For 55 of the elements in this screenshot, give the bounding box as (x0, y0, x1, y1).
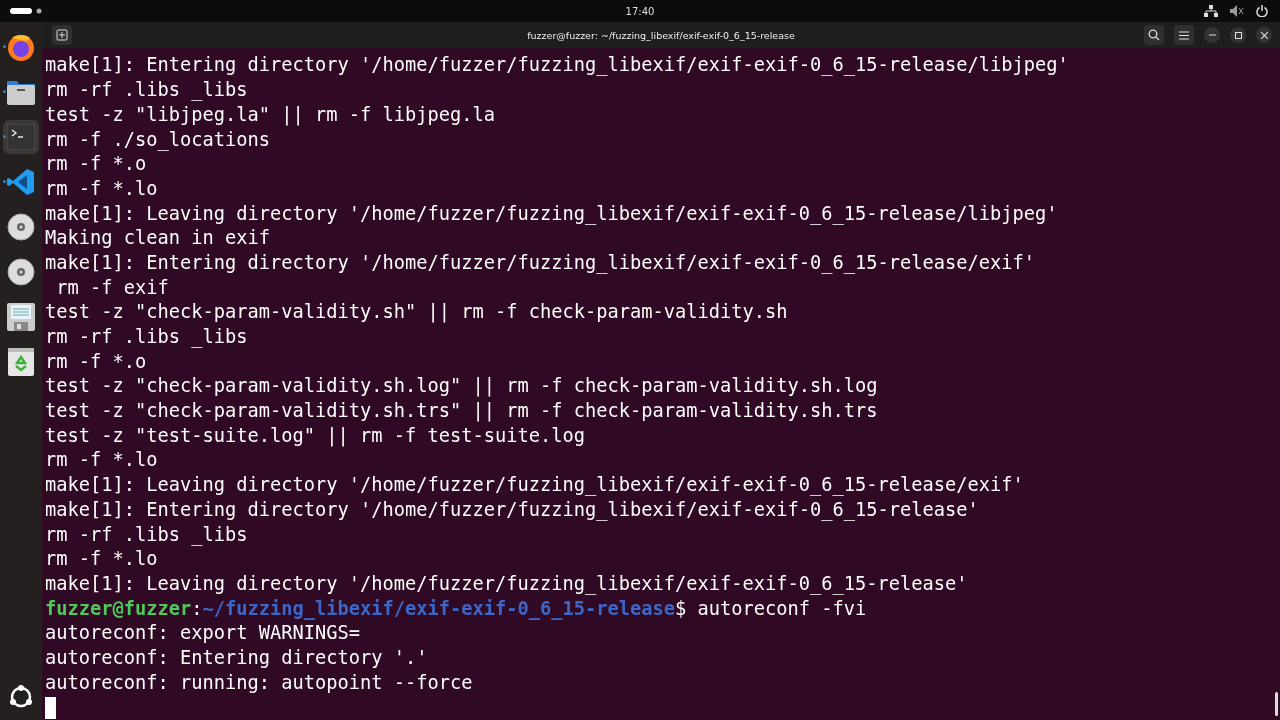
terminal-line: rm -f *.lo (45, 176, 159, 201)
terminal-line: rm -f *.lo (45, 547, 159, 572)
terminal-line: make[1]: Entering directory '/home/fuzzer/fuzzing_libexif/exif-exif-0_6_15-release' (45, 497, 980, 523)
close-button[interactable] (1256, 27, 1272, 44)
scrollbar[interactable] (1275, 692, 1278, 716)
close-icon (1260, 31, 1268, 39)
clock[interactable]: 17:40 (625, 5, 655, 17)
text-cursor (45, 696, 56, 719)
search-button[interactable] (1144, 25, 1164, 46)
terminal-line: rm -rf .libs _libs (45, 325, 249, 350)
disc-icon[interactable] (7, 213, 35, 241)
maximize-button[interactable] (1230, 27, 1246, 44)
folder-icon[interactable] (6, 78, 36, 106)
prompt-path: ~/fuzzing_libexif/exif-exif-0_6_15-release (202, 597, 676, 619)
power-icon[interactable] (1256, 5, 1268, 17)
maximize-icon (1234, 31, 1242, 39)
terminal-line: rm -f ./so_locations (45, 127, 272, 153)
code-editor-icon[interactable] (7, 168, 35, 196)
terminal-line: make[1]: Entering directory '/home/fuzzer/fuzzing_libexif/exif-exif-0_6_15-release/libjpeg' (45, 53, 1070, 78)
terminal-line: test -z "libjpeg.la" || rm -f libjpeg.la (45, 102, 497, 128)
prompt-user: fuzzer@fuzzer (45, 597, 192, 619)
terminal-line: Making clean in exif (45, 226, 272, 251)
menu-button[interactable] (1174, 25, 1194, 46)
terminal-line: make[1]: Leaving directory '/home/fuzzer/fuzzing_libexif/exif-exif-0_6_15-release/libjpeg' (45, 201, 1059, 227)
speaker-icon[interactable] (1230, 5, 1244, 17)
app-grid-icon[interactable] (8, 684, 34, 710)
minimize-button[interactable] (1204, 27, 1220, 44)
terminal-line: rm -rf .libs _libs (45, 522, 249, 548)
new-tab-icon (56, 29, 68, 42)
terminal-line: test -z "check-param-validity.sh.trs" || rm -f check-param-validity.sh.trs (45, 399, 879, 424)
menu-icon (1179, 30, 1189, 40)
minimize-icon (1208, 34, 1216, 37)
window-title: fuzzer@fuzzer: ~/fuzzing_libexif/exif-exif-0_6_15-release (527, 29, 795, 41)
terminal-line: rm -f exif (55, 275, 170, 300)
terminal-line: test -z "test-suite.log" || rm -f test-suite.log (45, 423, 587, 449)
terminal-line: make[1]: Leaving directory '/home/fuzzer/fuzzing_libexif/exif-exif-0_6_15-release/exif' (45, 473, 1025, 498)
terminal-line: rm -f *.o (45, 349, 148, 374)
terminal-line: test -z "check-param-validity.sh.log" || rm -f check-param-validity.sh.log (45, 374, 879, 399)
disc-icon[interactable] (7, 258, 35, 286)
terminal-line: rm -f *.o (45, 152, 148, 177)
new-tab-button[interactable] (52, 25, 72, 46)
workspace-indicator-icon[interactable] (10, 7, 44, 15)
terminal-line: make[1]: Entering directory '/home/fuzzer/fuzzing_libexif/exif-exif-0_6_15-release/exif' (45, 250, 1037, 276)
fox-globe-icon[interactable] (6, 32, 36, 62)
terminal-line: autoreconf: running: autopoint --force (45, 670, 474, 695)
terminal-line: autoreconf: Entering directory '.' (45, 645, 429, 670)
terminal-line: rm -f *.lo (45, 448, 159, 473)
terminal-line: rm -rf .libs _libs (45, 78, 249, 103)
terminal-line: make[1]: Leaving directory '/home/fuzzer/fuzzing_libexif/exif-exif-0_6_15-release' (45, 571, 969, 597)
search-icon (1148, 29, 1160, 42)
terminal-line: autoreconf: export WARNINGS= (45, 621, 362, 646)
terminal-line: test -z "check-param-validity.sh" || rm -f check-param-validity.sh (45, 300, 789, 325)
command-line: $ autoreconf -fvi (675, 597, 867, 619)
network-icon[interactable] (1204, 5, 1218, 17)
prompt-separator: : (191, 597, 203, 619)
